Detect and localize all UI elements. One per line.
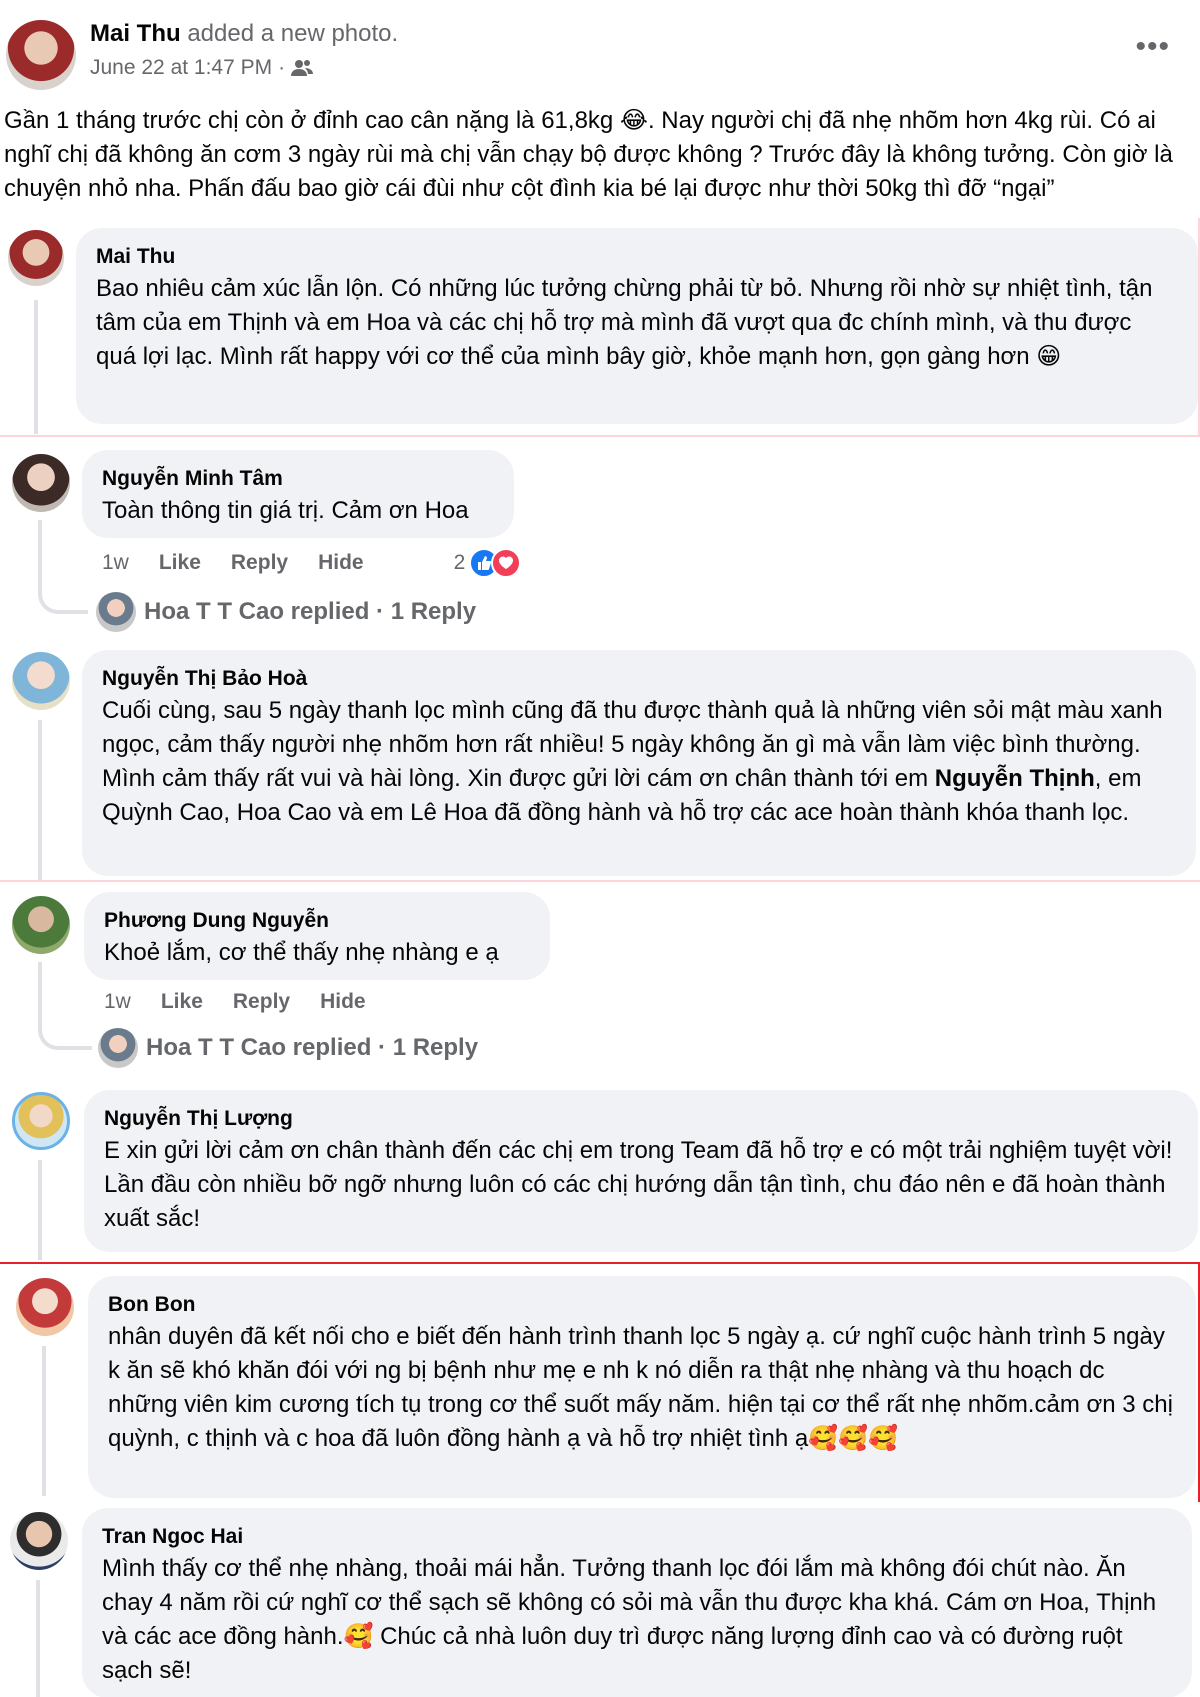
post-author-name[interactable]: Mai Thu [90,20,181,47]
hide-button[interactable]: Hide [320,990,366,1014]
comment-text: Bao nhiêu cảm xúc lẫn lộn. Có những lúc … [96,275,1153,370]
thread-line [42,1346,46,1496]
divider [0,435,1200,437]
comment-actions: 1w Like Reply Hide 2 [102,548,522,578]
comment-author[interactable]: Nguyễn Thị Bảo Hoà [102,664,1176,694]
post-text: Gần 1 tháng trước chị còn ở đỉnh cao cân… [4,107,1173,202]
replier-avatar [98,1028,138,1068]
view-replies-link[interactable]: Hoa T T Cao replied · 1 Reply [98,1028,478,1068]
comment-time[interactable]: 1w [102,551,129,575]
comment-bubble: Nguyễn Thị Bảo Hoà Cuối cùng, sau 5 ngày… [82,650,1196,876]
comment-bubble: Tran Ngoc Hai Mình thấy cơ thể nhẹ nhàng… [82,1508,1192,1697]
comment-author[interactable]: Nguyễn Thị Lượng [104,1104,1178,1134]
like-button[interactable]: Like [161,990,203,1014]
comment-actions: 1w Like Reply Hide [104,990,396,1014]
mention-link[interactable]: Nguyễn Thịnh [935,765,1095,792]
commenter-avatar[interactable] [12,454,70,512]
post-action-text: added a new photo. [180,20,399,47]
comment-text: nhân duyên đã kết nối cho e biết đến hàn… [108,1323,1173,1452]
comment-author[interactable]: Nguyễn Minh Tâm [102,464,494,494]
commenter-avatar[interactable] [10,1512,68,1570]
comment-text: Mình thấy cơ thể nhẹ nhàng, thoải mái hẳ… [102,1555,1157,1684]
like-button[interactable]: Like [159,551,201,575]
post-meta: June 22 at 1:47 PM · [90,56,314,80]
comment-time[interactable]: 1w [104,990,131,1014]
comment-author[interactable]: Phương Dung Nguyễn [104,906,530,936]
thread-line [36,1580,40,1697]
post-timestamp[interactable]: June 22 at 1:47 PM [90,56,272,80]
commenter-avatar[interactable] [16,1278,74,1336]
commenter-avatar[interactable] [8,230,64,286]
thread-connector [38,962,92,1050]
divider [0,1262,1200,1264]
commenter-avatar[interactable] [12,896,70,954]
comment-text: Cuối cùng, sau 5 ngày thanh lọc mình cũn… [102,694,1176,830]
hide-button[interactable]: Hide [318,551,364,575]
commenter-avatar[interactable] [12,1092,70,1150]
comment-bubble: Bon Bon nhân duyên đã kết nối cho e biết… [88,1276,1196,1498]
comment-author[interactable]: Bon Bon [108,1290,1176,1320]
friends-icon [291,60,314,76]
commenter-avatar[interactable] [12,652,70,710]
comment-text: E xin gửi lời cảm ơn chân thành đến các … [104,1137,1173,1232]
comment-text: Toàn thông tin giá trị. Cảm ơn Hoa [102,497,469,524]
comment-author[interactable]: Mai Thu [96,242,1178,272]
divider [0,880,1200,882]
post-header: Mai Thu added a new photo. June 22 at 1:… [0,0,1200,108]
thread-connector [38,520,88,614]
reaction-count: 2 [453,551,466,574]
thread-line [38,1160,42,1260]
replied-text: Hoa T T Cao replied · 1 Reply [146,1034,479,1061]
reaction-summary[interactable]: 2 [454,548,522,578]
thread-line [38,720,42,880]
view-replies-link[interactable]: Hoa T T Cao replied · 1 Reply [96,592,476,632]
comment-text: Khoẻ lắm, cơ thể thấy nhẹ nhàng e ạ [104,939,499,966]
reply-button[interactable]: Reply [233,990,290,1014]
comment-bubble: Phương Dung Nguyễn Khoẻ lắm, cơ thể thấy… [84,892,550,980]
comment-bubble: Nguyễn Thị Lượng E xin gửi lời cảm ơn ch… [84,1090,1198,1252]
meta-separator: · [278,56,286,79]
love-reaction-icon [491,548,522,578]
post-author-line: Mai Thu added a new photo. [90,20,398,48]
thread-line [34,300,38,434]
comment-author[interactable]: Tran Ngoc Hai [102,1522,1172,1552]
more-options-icon[interactable]: ••• [1135,32,1170,62]
replier-avatar [96,592,136,632]
replied-text: Hoa T T Cao replied · 1 Reply [144,598,477,625]
post-author-avatar[interactable] [6,20,76,90]
comment-bubble: Mai Thu Bao nhiêu cảm xúc lẫn lộn. Có nh… [76,228,1198,424]
reply-button[interactable]: Reply [231,551,288,575]
comment-bubble: Nguyễn Minh Tâm Toàn thông tin giá trị. … [82,450,514,538]
